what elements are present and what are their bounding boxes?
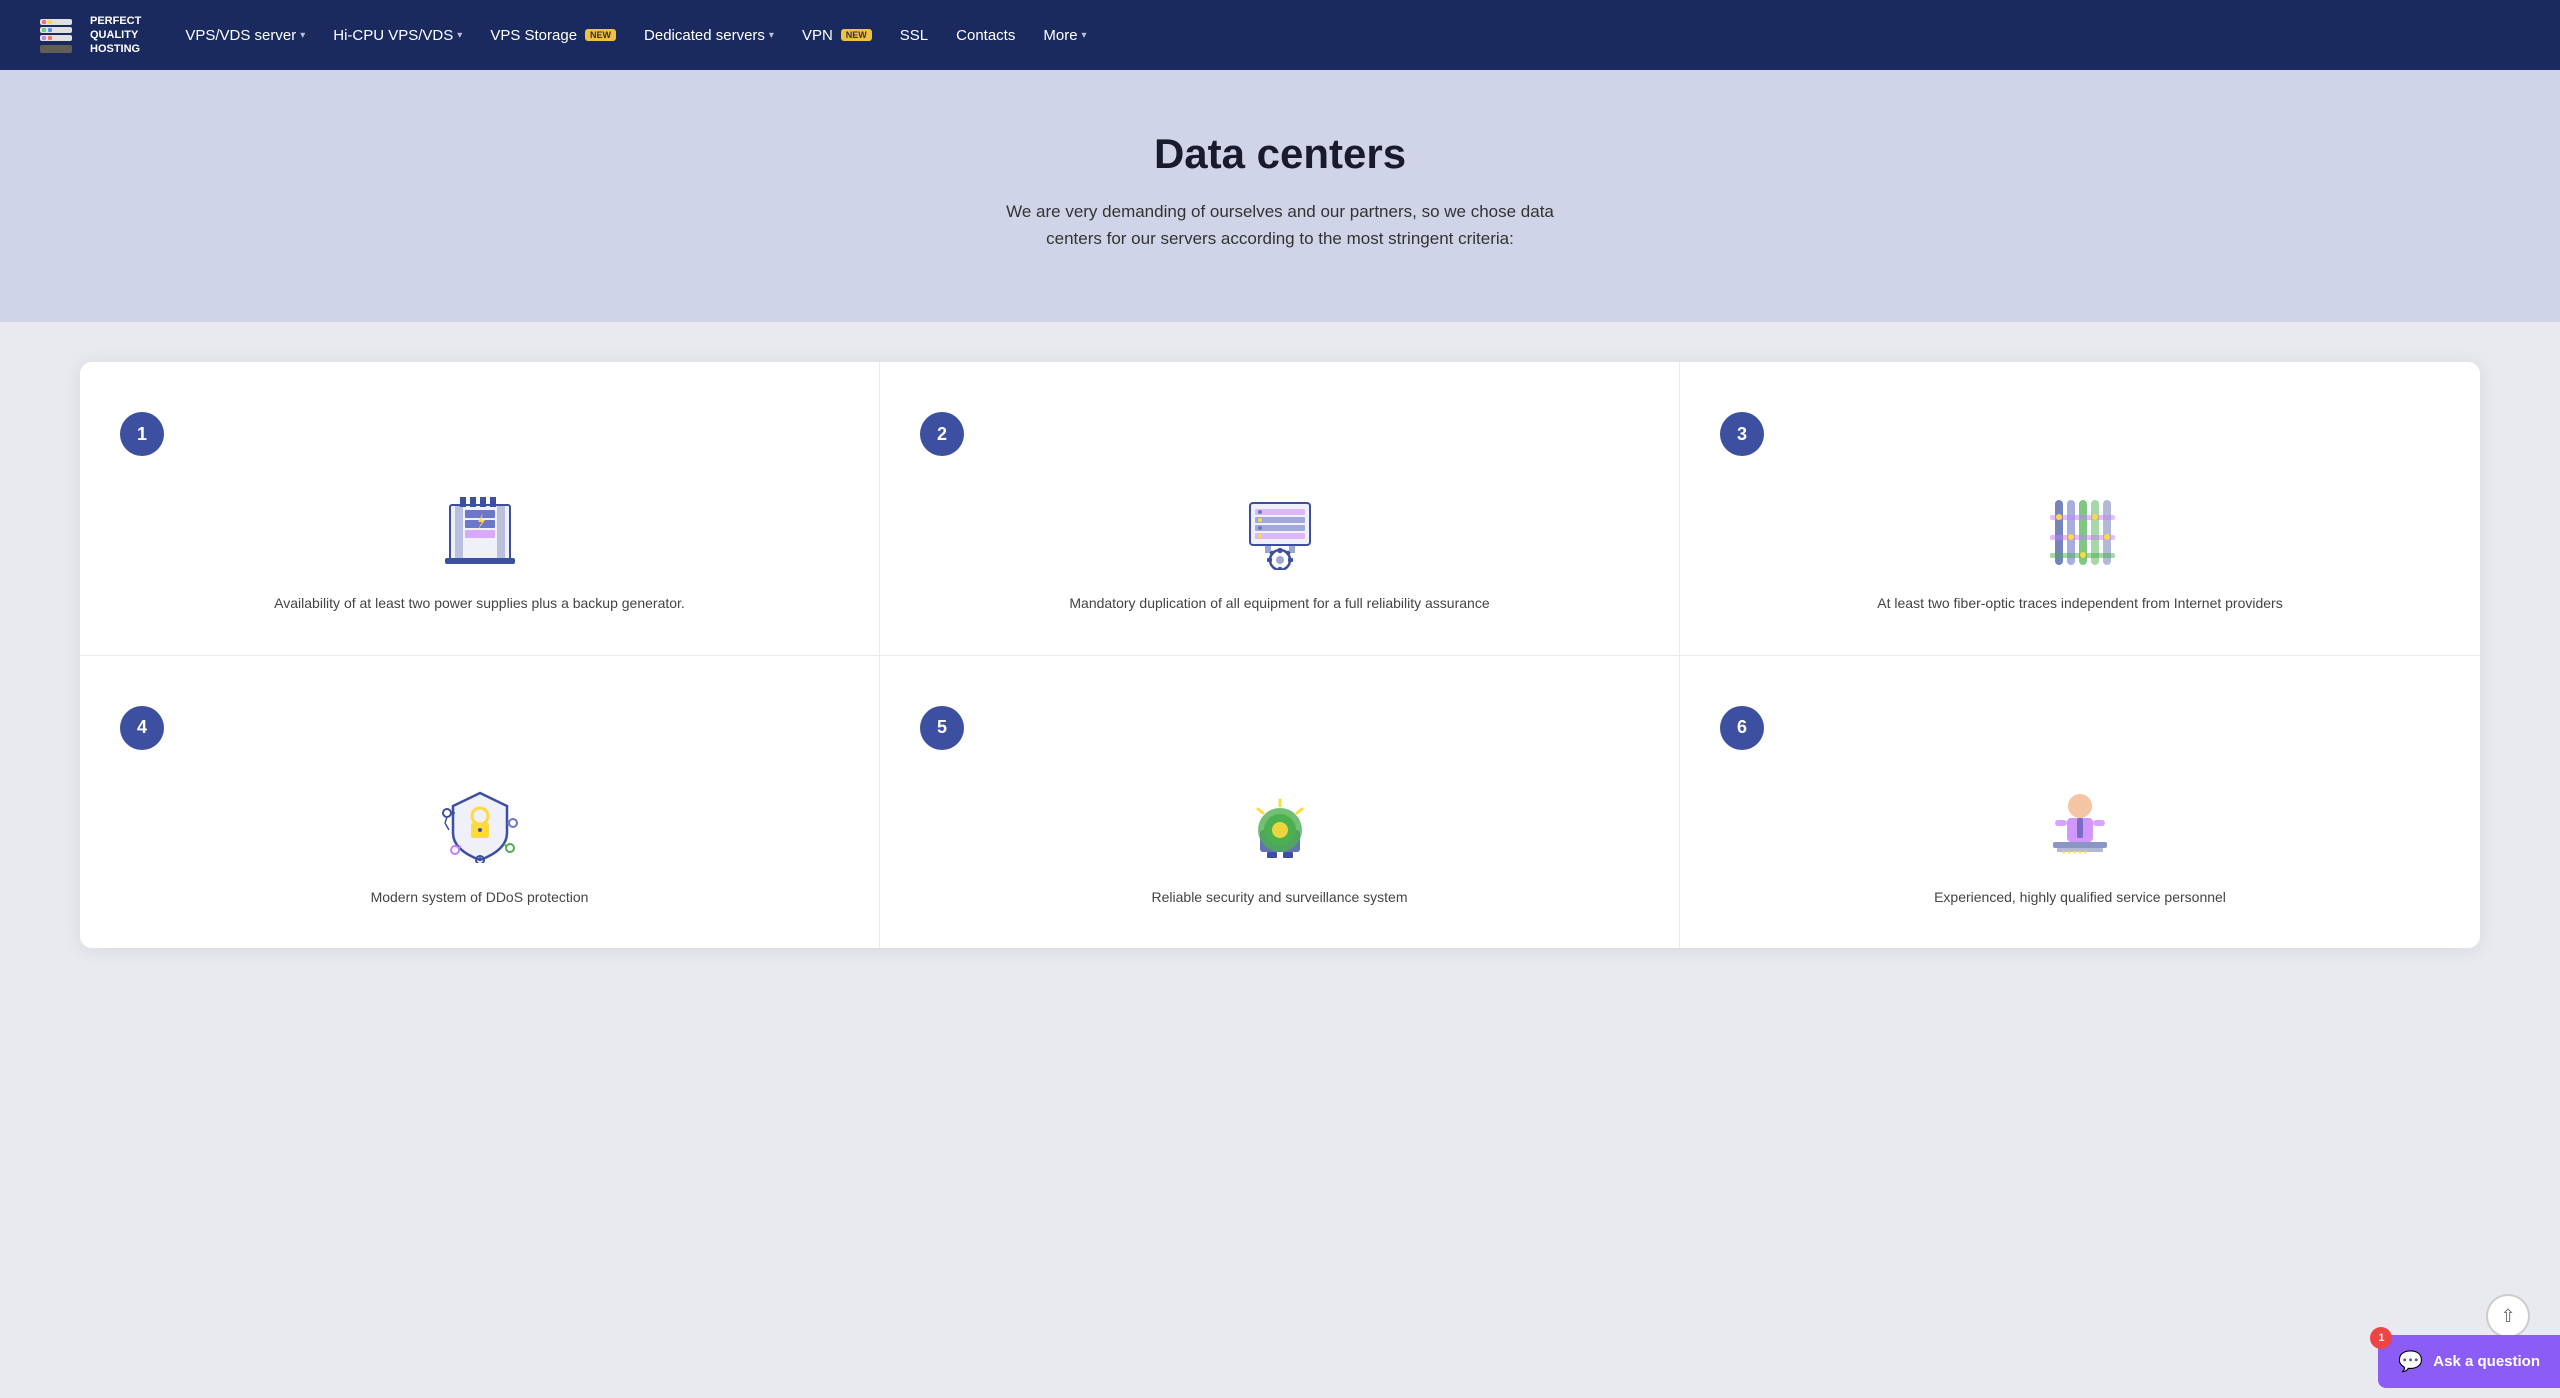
navbar: PERFECT QUALITY HOSTING VPS/VDS server▾H…	[0, 0, 2560, 70]
card-icon: ★★★★★	[2030, 786, 2130, 866]
main-content: 1 Availability of at least two power sup…	[0, 322, 2560, 1008]
card-4: 4 Modern system of DDoS protection	[80, 656, 880, 948]
card-number: 6	[1720, 706, 1764, 750]
card-icon	[430, 492, 530, 572]
nav-item-dedicated-servers[interactable]: Dedicated servers ▾	[632, 19, 786, 52]
chevron-down-icon: ▾	[300, 30, 305, 41]
nav-label: VPS Storage	[490, 27, 577, 44]
nav-item-vps-vds-server[interactable]: VPS/VDS server ▾	[173, 19, 317, 52]
card-text: Availability of at least two power suppl…	[120, 592, 839, 614]
card-top: 6	[1720, 706, 2440, 770]
nav-label: Hi-CPU VPS/VDS	[333, 27, 453, 44]
card-number: 5	[920, 706, 964, 750]
nav-label: Contacts	[956, 27, 1015, 44]
card-top: 4	[120, 706, 839, 770]
chevron-down-icon: ▾	[769, 30, 774, 41]
logo-icon	[32, 11, 80, 59]
card-text: Mandatory duplication of all equipment f…	[920, 592, 1639, 614]
card-number: 3	[1720, 412, 1764, 456]
svg-text:★★★★★: ★★★★★	[2061, 849, 2088, 856]
chat-icon: 💬	[2398, 1349, 2423, 1374]
logo-text: PERFECT QUALITY HOSTING	[90, 14, 141, 57]
card-5: 5 Reliable security and surveillance sys…	[880, 656, 1680, 948]
nav-label: SSL	[900, 27, 928, 44]
card-text: Experienced, highly qualified service pe…	[1720, 886, 2440, 908]
card-3: 3 At least two fiber-optic traces indepe…	[1680, 362, 2480, 655]
card-number: 4	[120, 706, 164, 750]
nav-label: Dedicated servers	[644, 27, 765, 44]
nav-label: VPS/VDS server	[185, 27, 296, 44]
card-2: 2 Mandatory duplication of all equipment…	[880, 362, 1680, 655]
ask-question-button[interactable]: 1 💬 Ask a question	[2378, 1335, 2560, 1388]
card-top: 5	[920, 706, 1639, 770]
card-text: Reliable security and surveillance syste…	[920, 886, 1639, 908]
card-text: At least two fiber-optic traces independ…	[1720, 592, 2440, 614]
logo[interactable]: PERFECT QUALITY HOSTING	[32, 11, 141, 59]
nav-badge-new: NEW	[841, 29, 872, 41]
card-1: 1 Availability of at least two power sup…	[80, 362, 880, 655]
nav-item-ssl[interactable]: SSL	[888, 19, 940, 52]
nav-menu: VPS/VDS server ▾ Hi-CPU VPS/VDS ▾ VPS Storag…	[173, 19, 2528, 52]
chevron-down-icon: ▾	[457, 30, 462, 41]
card-6: 6 ★★★★★ Experienced, highly qualified se…	[1680, 656, 2480, 948]
page-title: Data centers	[20, 130, 2540, 178]
nav-label: VPN	[802, 27, 833, 44]
nav-item-more[interactable]: More ▾	[1031, 19, 1098, 52]
card-icon	[1230, 492, 1330, 572]
ask-label: Ask a question	[2433, 1353, 2540, 1370]
nav-item-vps-storage[interactable]: VPS Storage NEW	[478, 19, 628, 52]
nav-item-hi-cpu-vps-vds[interactable]: Hi-CPU VPS/VDS ▾	[321, 19, 474, 52]
nav-item-contacts[interactable]: Contacts	[944, 19, 1027, 52]
card-text: Modern system of DDoS protection	[120, 886, 839, 908]
chevron-down-icon: ▾	[1082, 30, 1087, 41]
card-icon	[2030, 492, 2130, 572]
card-top: 2	[920, 412, 1639, 476]
card-top: 3	[1720, 412, 2440, 476]
card-top: 1	[120, 412, 839, 476]
hero-subtitle: We are very demanding of ourselves and o…	[980, 198, 1580, 252]
nav-item-vpn[interactable]: VPN NEW	[790, 19, 884, 52]
hero-section: Data centers We are very demanding of ou…	[0, 70, 2560, 322]
nav-label: More	[1043, 27, 1077, 44]
card-number: 1	[120, 412, 164, 456]
card-icon	[430, 786, 530, 866]
cards-grid: 1 Availability of at least two power sup…	[80, 362, 2480, 948]
scroll-top-button[interactable]: ⇧	[2486, 1294, 2530, 1338]
card-number: 2	[920, 412, 964, 456]
ask-badge: 1	[2370, 1327, 2392, 1349]
cards-container: 1 Availability of at least two power sup…	[80, 362, 2480, 948]
card-icon	[1230, 786, 1330, 866]
nav-badge-new: NEW	[585, 29, 616, 41]
